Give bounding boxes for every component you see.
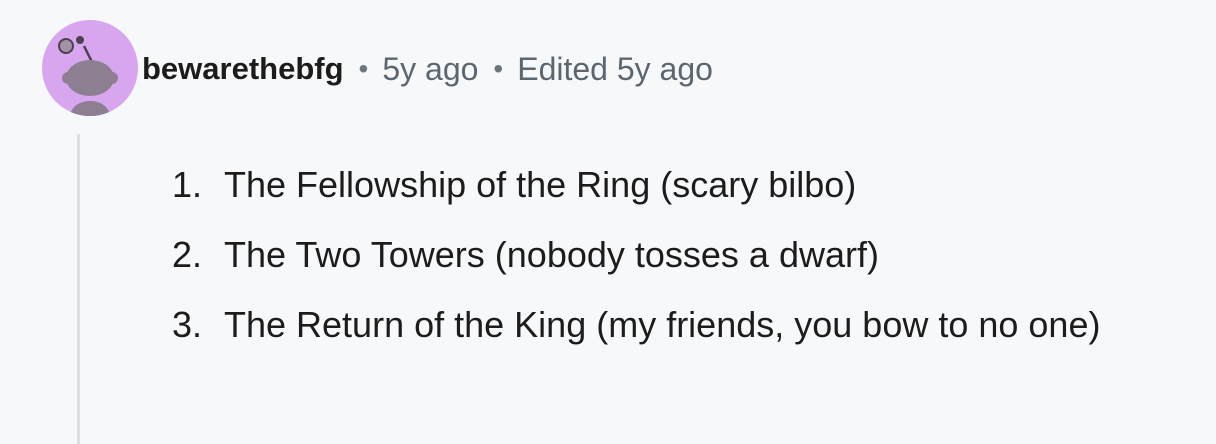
- meta-separator: •: [358, 53, 369, 84]
- list-number: 2.: [172, 234, 203, 275]
- comment: bewarethebfg • 5y ago • Edited 5y ago 1.…: [0, 0, 1216, 444]
- meta-separator: •: [493, 53, 504, 84]
- list-number: 1.: [172, 164, 203, 205]
- list-item: 3. The Return of the King (my friends, y…: [172, 290, 1172, 360]
- username[interactable]: bewarethebfg: [142, 51, 344, 87]
- list-item-text: The Two Towers (nobody tosses a dwarf): [224, 234, 879, 275]
- list-item: 2. The Two Towers (nobody tosses a dwarf…: [172, 220, 1172, 290]
- comment-header: bewarethebfg • 5y ago • Edited 5y ago: [142, 46, 713, 92]
- comment-body: 1. The Fellowship of the Ring (scary bil…: [172, 150, 1172, 360]
- list-item-text: The Fellowship of the Ring (scary bilbo): [224, 164, 857, 205]
- thread-line[interactable]: [77, 134, 80, 444]
- post-time[interactable]: 5y ago: [382, 51, 478, 88]
- edited-label: Edited 5y ago: [517, 50, 713, 87]
- list-number: 3.: [172, 304, 203, 345]
- list-item: 1. The Fellowship of the Ring (scary bil…: [172, 150, 1172, 220]
- list-item-text: The Return of the King (my friends, you …: [224, 304, 1101, 345]
- reddit-snoo-icon: [58, 36, 118, 116]
- avatar[interactable]: [42, 20, 138, 116]
